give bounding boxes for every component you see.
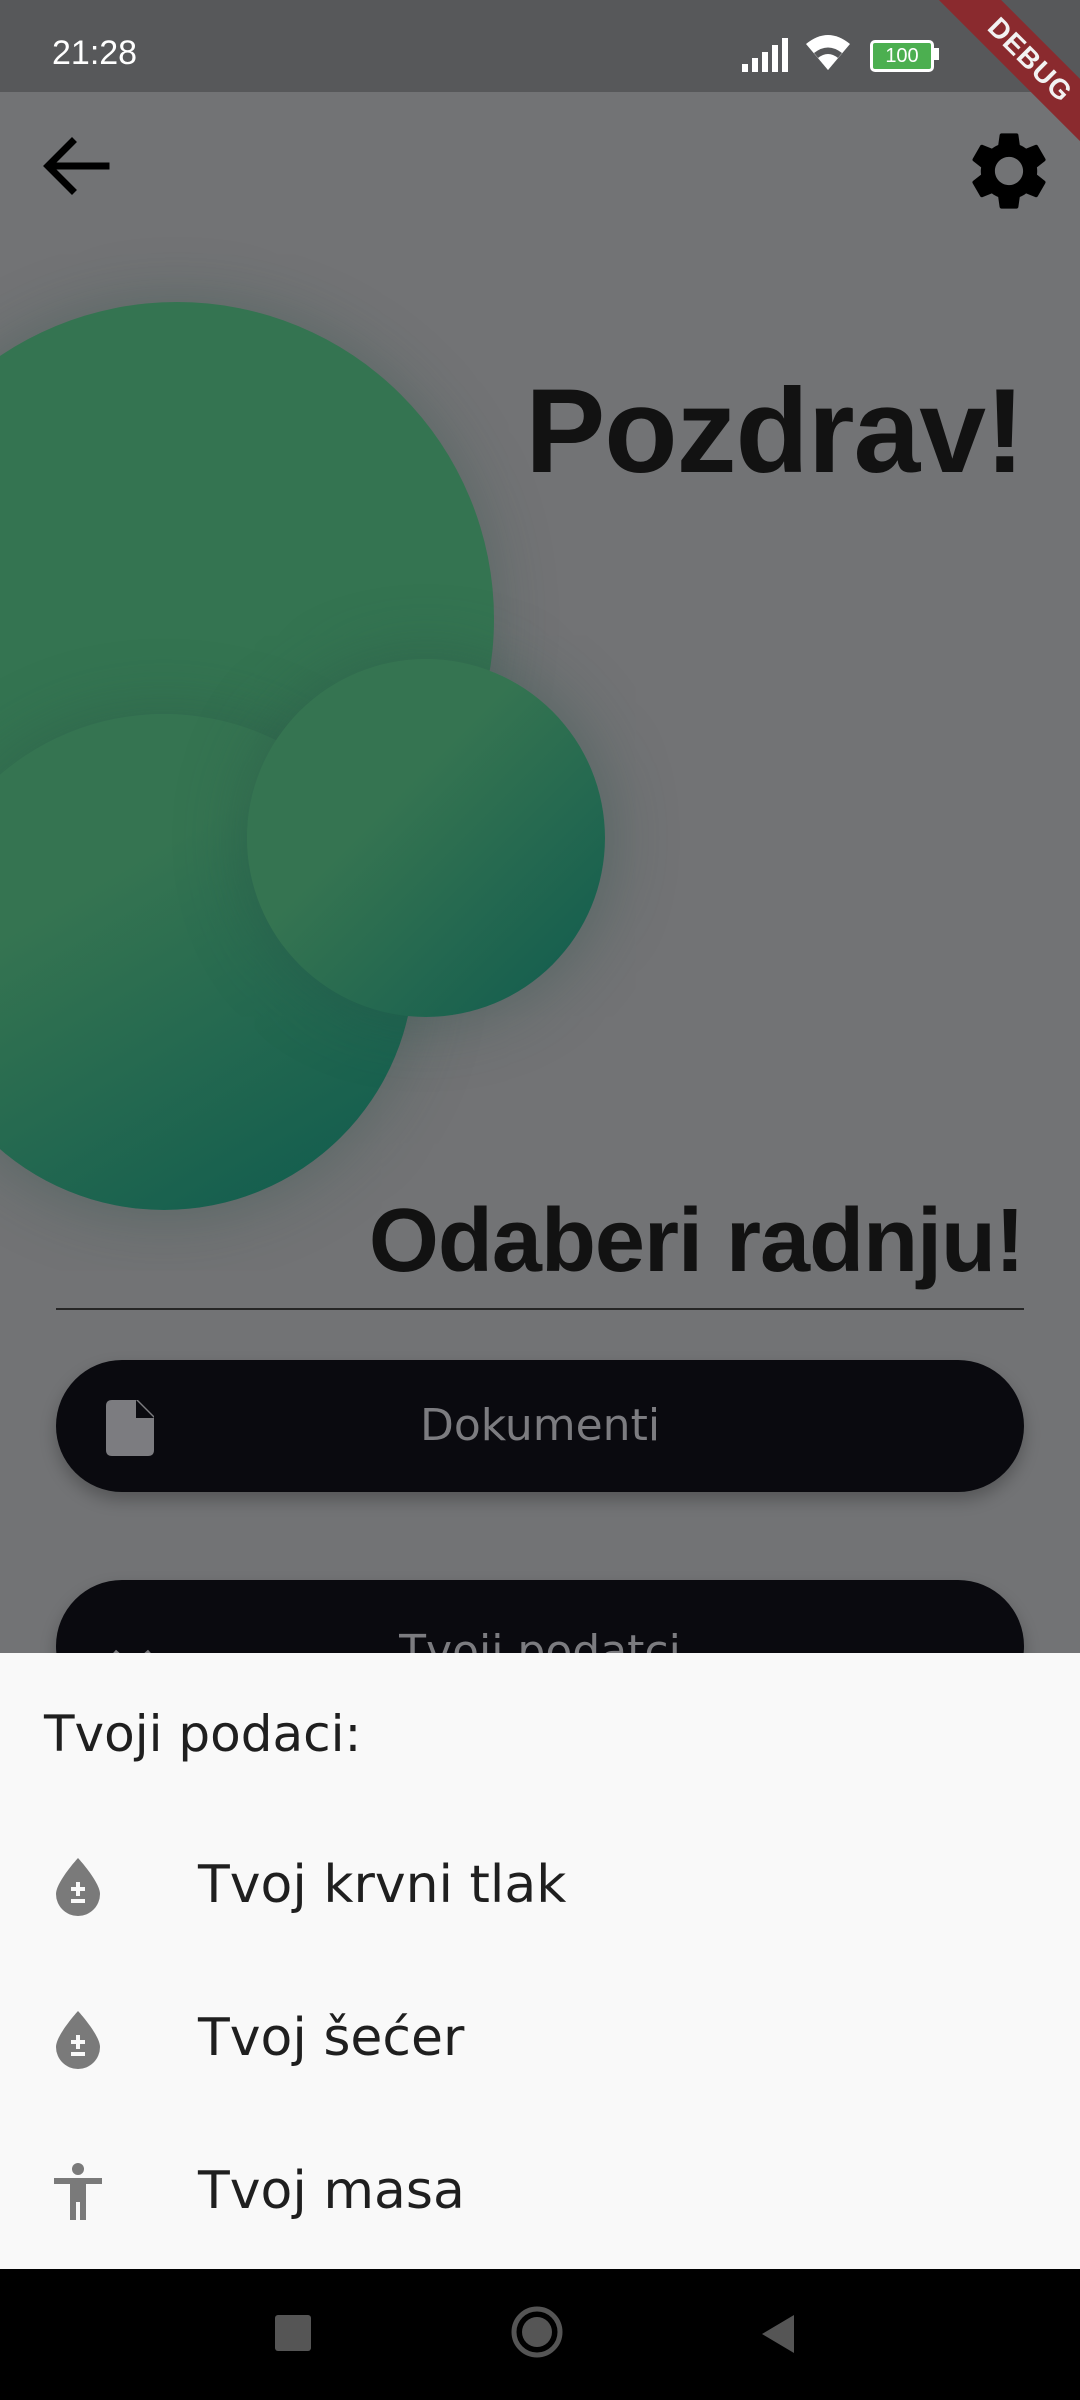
- greeting-title: Pozdrav!: [525, 364, 1025, 498]
- signal-icon: [742, 38, 788, 72]
- sheet-item-label: Tvoj masa: [198, 2161, 465, 2221]
- decor-circle-small: [247, 659, 605, 1017]
- battery-level: 100: [885, 45, 919, 67]
- battery-icon: 100: [870, 40, 934, 72]
- battery-tip: [934, 48, 939, 60]
- sheet-item-body-mass[interactable]: Tvoj masa: [0, 2116, 1080, 2266]
- sheet-item-label: Tvoj šećer: [198, 2008, 465, 2068]
- documents-button-label: Dokumenti: [419, 1400, 661, 1451]
- choose-action-title: Odaberi radnju!: [368, 1191, 1025, 1291]
- wifi-icon: [806, 35, 850, 70]
- status-time: 21:28: [52, 34, 138, 72]
- status-icons: 100: [740, 34, 960, 74]
- recents-icon[interactable]: [275, 2315, 311, 2351]
- documents-button[interactable]: Dokumenti: [56, 1360, 1024, 1492]
- system-nav-bar: [0, 2269, 1080, 2400]
- divider: [56, 1308, 1024, 1310]
- sheet-item-label: Tvoj krvni tlak: [198, 1855, 567, 1915]
- blood-drop-icon: [56, 2011, 100, 2069]
- blood-drop-icon: [56, 1858, 100, 1916]
- bottom-sheet: Tvoji podaci: Tvoj krvni tlak Tvoj šećer…: [0, 1653, 1080, 2269]
- gear-icon: [972, 133, 1046, 209]
- back-button[interactable]: [36, 126, 116, 206]
- accessibility-icon: [54, 2163, 102, 2220]
- sheet-item-blood-sugar[interactable]: Tvoj šećer: [0, 1963, 1080, 2113]
- sheet-item-blood-pressure[interactable]: Tvoj krvni tlak: [0, 1810, 1080, 1960]
- settings-button[interactable]: [962, 124, 1056, 218]
- app-screen: 21:28 100 DEBUG Pozdrav! Odaberi radnju!…: [0, 0, 1080, 2400]
- back-triangle-icon[interactable]: [758, 2313, 798, 2355]
- status-bar: 21:28 100 DEBUG: [0, 0, 1080, 182]
- sheet-title: Tvoji podaci:: [44, 1705, 362, 1763]
- arrow-back-icon: [43, 137, 110, 195]
- home-icon[interactable]: [510, 2305, 564, 2359]
